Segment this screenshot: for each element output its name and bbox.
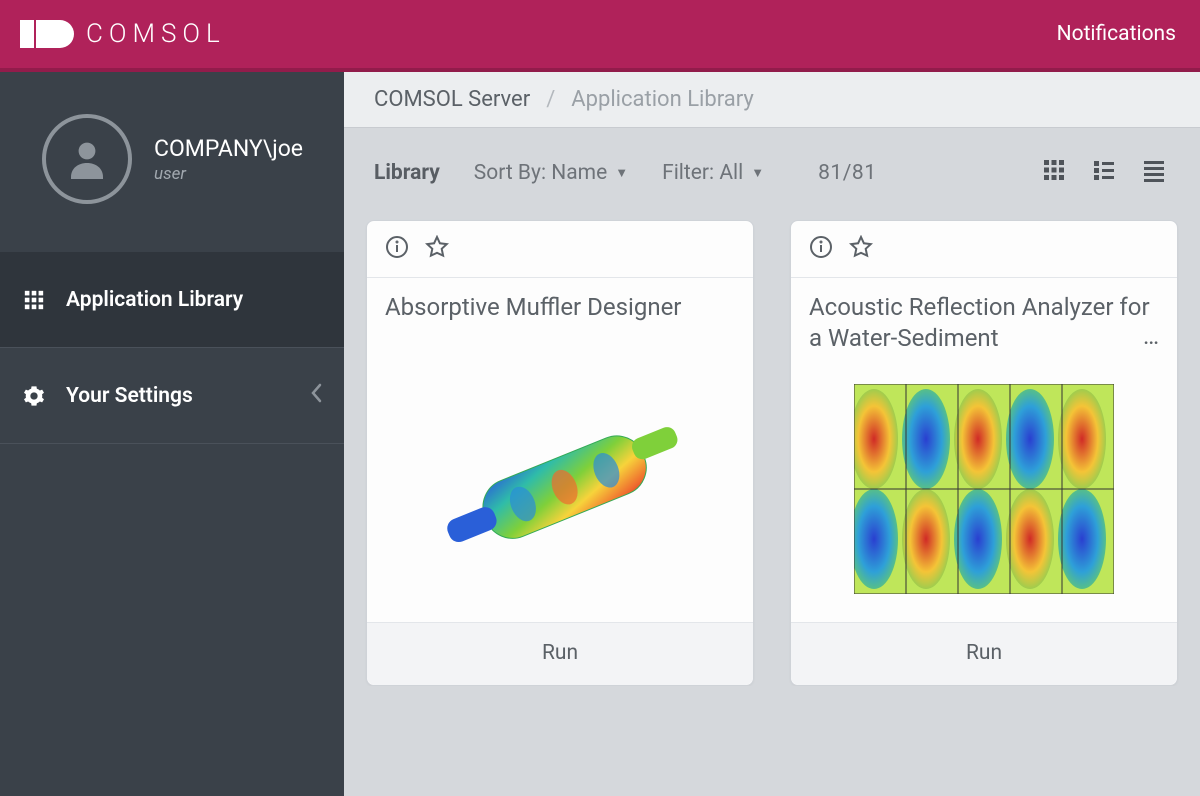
card-title: Absorptive Muffler Designer	[367, 278, 753, 356]
card-thumbnail	[791, 356, 1177, 622]
filter-dropdown[interactable]: Filter: All ▼	[662, 161, 764, 185]
caret-down-icon: ▼	[615, 165, 628, 181]
run-button[interactable]: Run	[367, 622, 753, 685]
heatmap-thumb-icon	[854, 384, 1114, 594]
star-icon[interactable]	[425, 235, 449, 263]
card-actions	[791, 221, 1177, 278]
sidebar: COMPANY\joe user Application Library You…	[0, 72, 344, 796]
info-icon[interactable]	[385, 235, 409, 263]
card-title: Acoustic Reflection Analyzer for a Water…	[791, 278, 1177, 356]
sidebar-item-application-library[interactable]: Application Library	[0, 252, 344, 348]
card-thumbnail	[367, 356, 753, 622]
breadcrumb-separator: /	[546, 87, 555, 112]
person-icon	[63, 135, 111, 183]
breadcrumb-root[interactable]: COMSOL Server	[374, 87, 530, 112]
avatar	[42, 114, 132, 204]
app-header: COMSOL Notifications	[0, 0, 1200, 72]
user-meta: COMPANY\joe user	[154, 135, 303, 184]
sidebar-item-your-settings[interactable]: Your Settings	[0, 348, 344, 444]
chevron-left-icon	[310, 383, 322, 409]
run-button[interactable]: Run	[791, 622, 1177, 685]
sort-label: Sort By: Name	[474, 161, 607, 185]
sidebar-item-label: Your Settings	[66, 384, 193, 408]
breadcrumb-current: Application Library	[571, 87, 754, 112]
star-icon[interactable]	[849, 235, 873, 263]
card-grid: Absorptive Muffler Designer	[344, 214, 1200, 686]
info-icon[interactable]	[809, 235, 833, 263]
library-toolbar: Library Sort By: Name ▼ Filter: All ▼ 81…	[344, 128, 1200, 214]
app-card: Acoustic Reflection Analyzer for a Water…	[790, 220, 1178, 686]
notifications-link[interactable]: Notifications	[1057, 22, 1176, 46]
filter-label: Filter: All	[662, 161, 743, 185]
gear-icon	[22, 385, 46, 407]
card-title-text: Acoustic Reflection Analyzer for a Water…	[809, 293, 1150, 352]
caret-down-icon: ▼	[751, 165, 764, 181]
grid-icon	[22, 289, 46, 311]
logo-mark-icon	[20, 20, 76, 48]
main: COMSOL Server / Application Library Libr…	[344, 72, 1200, 796]
breadcrumb: COMSOL Server / Application Library	[344, 72, 1200, 128]
app-card: Absorptive Muffler Designer	[366, 220, 754, 686]
view-toggles	[1042, 158, 1166, 188]
view-grid-icon[interactable]	[1042, 158, 1066, 188]
muffler-thumb-icon	[410, 389, 710, 589]
library-title: Library	[374, 161, 440, 185]
brand-text: COMSOL	[86, 19, 226, 49]
card-actions	[367, 221, 753, 278]
ellipsis-icon: …	[1143, 321, 1159, 352]
library-count: 81/81	[818, 161, 876, 185]
user-name: COMPANY\joe	[154, 135, 303, 162]
user-block: COMPANY\joe user	[0, 72, 344, 252]
sidebar-item-label: Application Library	[66, 288, 243, 312]
view-list-detailed-icon[interactable]	[1092, 158, 1116, 188]
sort-dropdown[interactable]: Sort By: Name ▼	[474, 161, 628, 185]
brand-logo: COMSOL	[20, 19, 226, 49]
view-list-compact-icon[interactable]	[1142, 158, 1166, 188]
user-role: user	[154, 164, 303, 184]
